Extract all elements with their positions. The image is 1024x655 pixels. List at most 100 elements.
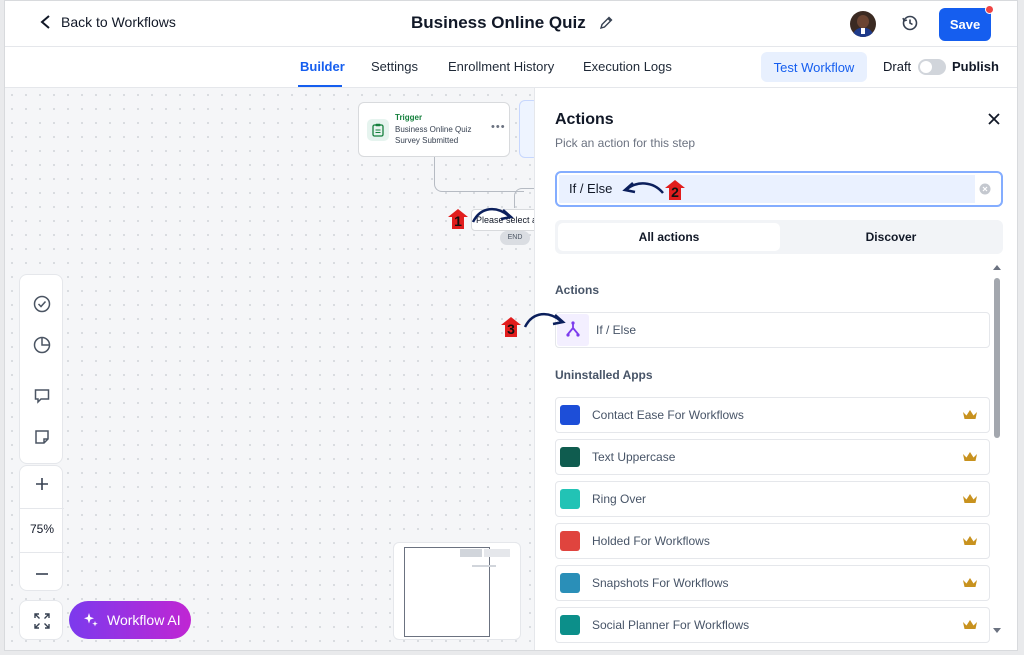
crown-icon <box>963 620 977 629</box>
sparkle-icon <box>84 613 98 627</box>
workflow-ai-label: Workflow AI <box>107 612 181 628</box>
zoom-divider <box>20 508 64 509</box>
top-bar: Back to Workflows Business Online Quiz S… <box>5 1 1017 47</box>
zoom-out-icon[interactable] <box>32 564 52 584</box>
crown-icon <box>963 536 977 545</box>
scroll-down-icon[interactable] <box>993 626 1001 634</box>
user-avatar[interactable] <box>850 11 876 37</box>
zoom-divider <box>20 552 64 553</box>
annotation-arrow-1 <box>471 208 514 223</box>
publish-toggle[interactable] <box>918 59 946 75</box>
pencil-icon[interactable] <box>598 15 614 31</box>
avatar-collar <box>861 28 865 34</box>
tab-enrollment-history[interactable]: Enrollment History <box>448 59 554 74</box>
workflow-title: Business Online Quiz <box>411 13 614 33</box>
app-label: Holded For Workflows <box>592 534 710 548</box>
crown-icon <box>963 410 977 419</box>
fit-view-button[interactable] <box>19 600 63 640</box>
minimap-block <box>484 549 510 557</box>
tab-execution-logs[interactable]: Execution Logs <box>583 59 672 74</box>
workflow-canvas[interactable]: Trigger Business Online Quiz Survey Subm… <box>5 88 534 650</box>
uninstalled-section-title: Uninstalled Apps <box>555 368 653 382</box>
avatar-face <box>857 15 869 28</box>
test-workflow-button[interactable]: Test Workflow <box>761 52 867 82</box>
action-if-else[interactable]: If / Else <box>555 312 990 348</box>
trigger-line-2: Survey Submitted <box>395 136 459 145</box>
actions-panel: Actions Pick an action for this step All… <box>534 88 1017 650</box>
save-button[interactable]: Save <box>939 8 991 41</box>
action-label: If / Else <box>596 323 637 337</box>
tab-discover[interactable]: Discover <box>781 223 1001 251</box>
toggle-knob <box>920 61 932 73</box>
workflow-title-text: Business Online Quiz <box>411 13 586 32</box>
ring-over-logo-icon <box>560 489 580 509</box>
trigger-node[interactable]: Trigger Business Online Quiz Survey Subm… <box>358 102 510 157</box>
annotation-badge-1: 1 <box>447 208 469 230</box>
app-label: Contact Ease For Workflows <box>592 408 744 422</box>
pie-chart-icon[interactable] <box>32 335 52 355</box>
minimap[interactable] <box>393 542 521 640</box>
workflow-ai-button[interactable]: Workflow AI <box>69 601 191 639</box>
text-uppercase-logo-icon <box>560 447 580 467</box>
partial-node[interactable] <box>519 100 534 158</box>
app-label: Text Uppercase <box>592 450 676 464</box>
panel-scrollbar[interactable] <box>993 264 1001 636</box>
comment-icon[interactable] <box>32 386 52 406</box>
clear-icon[interactable] <box>979 183 991 195</box>
app-ring-over[interactable]: Ring Over <box>555 481 990 517</box>
trigger-label: Trigger <box>395 113 423 122</box>
app-snapshots[interactable]: Snapshots For Workflows <box>555 565 990 601</box>
annotation-arrow-2 <box>622 182 664 194</box>
minimap-viewport[interactable] <box>404 547 490 637</box>
close-icon[interactable] <box>987 112 1001 126</box>
annotation-number: 3 <box>507 321 515 337</box>
active-tab-underline <box>298 85 342 87</box>
snapshots-logo-icon <box>560 573 580 593</box>
scrollbar-thumb[interactable] <box>994 278 1000 438</box>
contact-ease-logo-icon <box>560 405 580 425</box>
expand-icon <box>34 613 50 629</box>
publish-label: Publish <box>952 59 999 74</box>
crown-icon <box>963 494 977 503</box>
app-social-planner[interactable]: Social Planner For Workflows <box>555 607 990 643</box>
tab-all-actions[interactable]: All actions <box>558 223 780 251</box>
chevron-left-icon <box>40 15 50 29</box>
annotation-number: 2 <box>671 184 679 200</box>
back-to-workflows-link[interactable]: Back to Workflows <box>39 14 176 30</box>
minimap-block <box>472 565 496 567</box>
minimap-block <box>460 549 482 557</box>
app-window: Back to Workflows Business Online Quiz S… <box>4 0 1018 651</box>
connector-line <box>434 157 524 192</box>
draft-label: Draft <box>883 59 912 74</box>
back-label: Back to Workflows <box>61 14 176 30</box>
app-label: Ring Over <box>592 492 647 506</box>
check-circle-icon[interactable] <box>32 294 52 314</box>
unsaved-indicator <box>985 5 994 14</box>
tab-builder[interactable]: Builder <box>300 59 345 74</box>
holded-logo-icon <box>560 531 580 551</box>
sticky-note-icon[interactable] <box>32 427 52 447</box>
annotation-arrow-3 <box>523 313 566 328</box>
app-text-uppercase[interactable]: Text Uppercase <box>555 439 990 475</box>
connector-branch <box>514 188 534 208</box>
actions-section-title: Actions <box>555 283 600 297</box>
crown-icon <box>963 452 977 461</box>
scroll-up-icon[interactable] <box>993 264 1001 272</box>
annotation-badge-2: 2 <box>664 179 686 201</box>
app-holded[interactable]: Holded For Workflows <box>555 523 990 559</box>
history-icon[interactable] <box>901 14 919 32</box>
panel-subtitle: Pick an action for this step <box>555 136 696 150</box>
tab-settings[interactable]: Settings <box>371 59 418 74</box>
crown-icon <box>963 578 977 587</box>
action-filter-tabs: All actions Discover <box>555 220 1003 254</box>
social-planner-logo-icon <box>560 615 580 635</box>
trigger-line-1: Business Online Quiz <box>395 125 472 134</box>
zoom-in-icon[interactable] <box>32 474 52 494</box>
clipboard-icon <box>367 119 389 141</box>
more-options-icon[interactable]: ••• <box>491 121 506 133</box>
annotation-badge-3: 3 <box>500 316 522 338</box>
panel-title: Actions <box>555 111 614 128</box>
annotation-number: 1 <box>454 213 462 229</box>
app-label: Social Planner For Workflows <box>592 618 750 632</box>
app-contact-ease[interactable]: Contact Ease For Workflows <box>555 397 990 433</box>
